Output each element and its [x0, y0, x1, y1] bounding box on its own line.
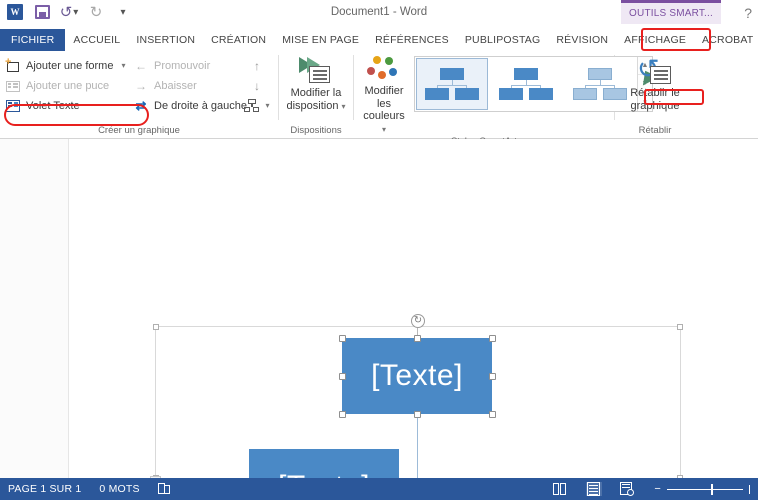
move-up-button[interactable]: ↑: [238, 56, 276, 75]
change-layout-icon: [299, 56, 333, 86]
page-left-margin: [0, 139, 68, 478]
group-title-dispositions: Dispositions: [290, 125, 342, 136]
shape-handle-nw[interactable]: [339, 335, 346, 342]
org-chart-thumbnail-icon: [498, 67, 554, 101]
shape-handle-s[interactable]: [414, 411, 421, 418]
promote-button[interactable]: ← Promouvoir: [128, 56, 238, 75]
zoom-in-button[interactable]: [749, 484, 750, 494]
tab-revision[interactable]: RÉVISION: [548, 29, 616, 51]
ribbon-group-styles-smartart: Modifier les couleurs ▾ ▲ ▼ ▾: [354, 51, 653, 147]
demote-button[interactable]: → Abaisser: [128, 76, 238, 95]
print-layout-icon[interactable]: [586, 482, 603, 496]
tab-accueil[interactable]: ACCUEIL: [65, 29, 128, 51]
rotate-handle[interactable]: ↻: [411, 314, 425, 328]
page-indicator[interactable]: PAGE 1 SUR 1: [8, 483, 81, 495]
shape-handle-n[interactable]: [414, 335, 421, 342]
reset-graphic-label: Rétablir le graphique: [630, 87, 680, 112]
change-colors-label: Modifier les couleurs ▾: [363, 85, 405, 134]
read-mode-icon[interactable]: [552, 482, 568, 496]
gallery-item-style-simple[interactable]: [416, 58, 488, 110]
shape-handle-se[interactable]: [489, 411, 496, 418]
add-shape-label: Ajouter une forme: [26, 59, 114, 72]
tab-mise-en-page[interactable]: MISE EN PAGE: [274, 29, 367, 51]
add-bullet-icon: [5, 78, 21, 94]
text-pane-button[interactable]: Volet Texte: [0, 96, 128, 115]
tab-insertion[interactable]: INSERTION: [128, 29, 203, 51]
chevron-down-icon[interactable]: ▾: [121, 61, 125, 70]
text-pane-icon: [5, 98, 21, 114]
ribbon-group-retablir: ↺ Rétablir le graphique Rétablir: [615, 51, 695, 139]
change-layout-label: Modifier la disposition ▾: [286, 87, 346, 112]
shape-handle-e[interactable]: [489, 373, 496, 380]
layout-mini-button[interactable]: ▾: [238, 96, 276, 115]
reset-graphic-icon: ↺: [637, 56, 673, 86]
change-colors-button[interactable]: Modifier les couleurs ▾: [354, 54, 414, 136]
shape-handle-w[interactable]: [339, 373, 346, 380]
page-edge-line: [68, 139, 69, 478]
zoom-out-button[interactable]: −: [654, 483, 661, 495]
zoom-track[interactable]: [667, 483, 743, 495]
add-shape-button[interactable]: + Ajouter une forme ▾: [0, 56, 128, 75]
word-window: W ↺ ▾ ↻ ▾ Document1 - Word OUTILS SMART..…: [0, 0, 758, 500]
right-to-left-icon: ⇄: [135, 97, 147, 113]
move-down-button[interactable]: ↓: [238, 76, 276, 95]
group-title-retablir: Rétablir: [638, 125, 672, 136]
tab-acrobat[interactable]: ACROBAT: [694, 29, 758, 51]
ribbon: + Ajouter une forme ▾ Ajouter une puce V…: [0, 51, 758, 147]
contextual-tab-group-label: OUTILS SMART...: [621, 0, 721, 24]
ribbon-group-dispositions: Modifier la disposition ▾ Dispositions: [279, 51, 353, 139]
title-bar: W ↺ ▾ ↻ ▾ Document1 - Word OUTILS SMART..…: [0, 0, 758, 29]
arrow-up-icon: ↑: [254, 58, 260, 73]
zoom-thumb[interactable]: [711, 483, 713, 495]
right-to-left-label: De droite à gauche: [154, 99, 247, 112]
demote-arrow-icon: →: [135, 78, 147, 93]
tab-references[interactable]: RÉFÉRENCES: [367, 29, 457, 51]
frame-handle-nw[interactable]: [153, 324, 159, 330]
chevron-down-icon[interactable]: ▾: [265, 101, 269, 110]
ribbon-group-creer-un-graphique: + Ajouter une forme ▾ Ajouter une puce V…: [0, 51, 278, 139]
tab-publipostage[interactable]: PUBLIPOSTAG: [457, 29, 549, 51]
smartart-node-root[interactable]: [Texte]: [342, 338, 492, 414]
proofing-icon[interactable]: [157, 483, 171, 495]
text-pane-label: Volet Texte: [26, 99, 80, 112]
add-bullet-button[interactable]: Ajouter une puce: [0, 76, 128, 95]
change-layout-button[interactable]: Modifier la disposition ▾: [279, 54, 353, 113]
tab-fichier[interactable]: FICHIER: [0, 29, 66, 51]
shape-handle-sw[interactable]: [339, 411, 346, 418]
org-layout-icon: [244, 98, 260, 114]
document-canvas[interactable]: ↻ ‹ [Texte] [Texte] [Texte] [Texte] [Tex…: [0, 139, 758, 478]
web-layout-icon[interactable]: [620, 482, 636, 496]
word-count[interactable]: 0 MOTS: [99, 483, 139, 495]
change-colors-icon: [366, 56, 402, 84]
connector-root-vertical: [417, 414, 418, 478]
demote-label: Abaisser: [154, 79, 197, 92]
arrow-down-icon: ↓: [254, 78, 260, 93]
gallery-item-style-subtle[interactable]: [490, 58, 562, 110]
group-title-creer-un-graphique: Créer un graphique: [98, 125, 180, 136]
tab-affichage[interactable]: AFFICHAGE: [616, 29, 694, 51]
add-bullet-label: Ajouter une puce: [26, 79, 110, 92]
smartart-node-assistant[interactable]: [Texte]: [249, 449, 399, 478]
zoom-slider[interactable]: −: [654, 483, 750, 495]
frame-handle-ne[interactable]: [677, 324, 683, 330]
reset-graphic-button[interactable]: ↺ Rétablir le graphique: [615, 54, 695, 112]
status-bar: PAGE 1 SUR 1 0 MOTS −: [0, 478, 758, 500]
right-to-left-button[interactable]: ⇄ De droite à gauche: [128, 96, 247, 115]
promote-label: Promouvoir: [154, 59, 211, 72]
help-icon[interactable]: ?: [744, 5, 752, 21]
promote-arrow-icon: ←: [135, 58, 147, 73]
add-shape-icon: +: [5, 56, 21, 74]
ribbon-tabs: FICHIER ACCUEIL INSERTION CRÉATION MISE …: [0, 28, 758, 51]
shape-handle-ne[interactable]: [489, 335, 496, 342]
org-chart-thumbnail-icon: [424, 67, 480, 101]
tab-creation[interactable]: CRÉATION: [203, 29, 274, 51]
